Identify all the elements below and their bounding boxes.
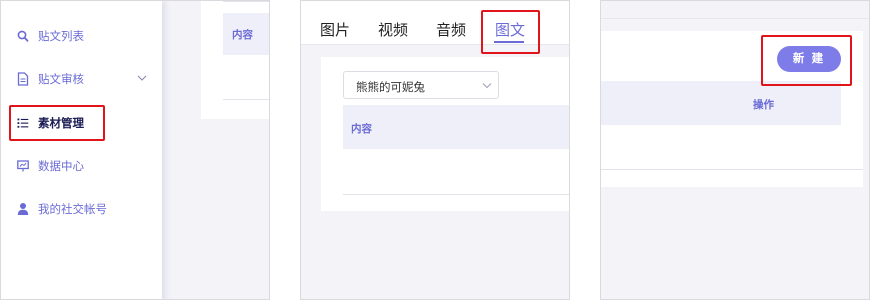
sidebar-item-label: 贴文列表: [38, 31, 84, 43]
list-icon: [17, 118, 29, 128]
divider: [223, 1, 269, 2]
document-icon: [17, 72, 29, 86]
tab-image-text[interactable]: 图文: [495, 19, 525, 40]
user-icon: [17, 203, 29, 215]
sidebar-item-post-list[interactable]: 贴文列表: [1, 21, 162, 51]
content-card: 熊熊的可妮兔 内容: [321, 57, 569, 211]
sidebar-item-materials[interactable]: 素材管理: [1, 108, 162, 138]
chevron-down-icon: [482, 83, 492, 89]
new-button[interactable]: 新 建: [777, 46, 841, 72]
content-card: 内容: [201, 1, 269, 119]
column-header-content: 内容: [232, 29, 253, 41]
column-header-content: 内容: [351, 123, 372, 135]
content-card: 新 建 操作: [601, 31, 863, 187]
divider: [343, 194, 569, 195]
sidebar-item-label: 素材管理: [38, 118, 84, 130]
sidebar-item-label: 数据中心: [38, 161, 84, 173]
table-header: 内容: [343, 105, 569, 149]
sidebar-item-label: 贴文审核: [38, 74, 84, 86]
sidebar-item-data-center[interactable]: 数据中心: [1, 151, 162, 181]
sidebar-item-post-review[interactable]: 贴文审核: [1, 64, 162, 94]
sidebar-panel: 贴文列表 贴文审核 素材管理 数据中心 我的社交帐号 内容: [0, 0, 270, 300]
tab-videos[interactable]: 视频: [378, 19, 408, 40]
chevron-down-icon[interactable]: [137, 74, 147, 82]
sidebar-item-social-accounts[interactable]: 我的社交帐号: [1, 194, 162, 224]
account-select[interactable]: 熊熊的可妮兔: [343, 71, 499, 99]
materials-panel: 图片 视频 音频 图文 熊熊的可妮兔 内容: [300, 0, 570, 300]
presentation-icon: [17, 160, 29, 172]
list-panel: 新 建 操作: [600, 0, 870, 300]
column-header-actions: 操作: [753, 99, 774, 111]
tab-audio[interactable]: 音频: [436, 19, 466, 40]
media-tabs: 图片 视频 音频 图文: [301, 1, 569, 54]
table-header: 操作: [601, 81, 841, 125]
divider: [601, 18, 869, 19]
divider: [301, 44, 569, 45]
search-icon: [17, 30, 29, 42]
active-tab-indicator: [494, 41, 524, 43]
divider: [223, 99, 269, 100]
tab-images[interactable]: 图片: [320, 19, 350, 40]
sidebar-item-label: 我的社交帐号: [38, 204, 107, 216]
table-header: 内容: [223, 13, 269, 55]
account-select-value: 熊熊的可妮兔: [356, 82, 425, 94]
divider: [601, 169, 863, 170]
sidebar: 贴文列表 贴文审核 素材管理 数据中心 我的社交帐号: [1, 1, 162, 299]
